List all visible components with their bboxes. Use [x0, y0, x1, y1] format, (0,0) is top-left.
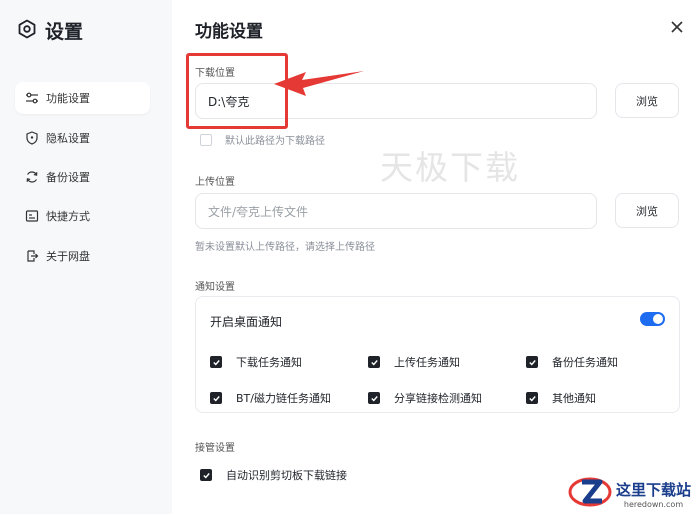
check-icon: [368, 356, 380, 368]
notify-share-link-checkbox[interactable]: 分享链接检测通知: [368, 390, 482, 406]
close-button[interactable]: [667, 17, 687, 37]
notify-bt-magnet-checkbox[interactable]: BT/磁力链任务通知: [210, 390, 331, 406]
page-title: 功能设置: [195, 22, 263, 42]
checkbox-label: 其他通知: [552, 392, 596, 405]
settings-hex-icon: [17, 19, 37, 43]
checkbox-label: 上传任务通知: [394, 356, 460, 369]
sidebar: 设置 功能设置 隐私设置 备份设置 快捷方式 关于网盘: [0, 0, 172, 514]
checkbox-label: 备份任务通知: [552, 356, 618, 369]
notification-settings-label: 通知设置: [195, 282, 235, 293]
check-icon: [526, 392, 538, 404]
notify-upload-checkbox[interactable]: 上传任务通知: [368, 354, 460, 370]
upload-path-placeholder: 文件/夸克上传文件: [208, 204, 309, 219]
download-browse-button[interactable]: 浏览: [615, 83, 679, 118]
shield-icon: [24, 130, 40, 146]
sidebar-item-function-settings[interactable]: 功能设置: [15, 82, 150, 114]
sidebar-item-backup-settings[interactable]: 备份设置: [15, 161, 150, 193]
logo-chinese-text: 这里下载站: [616, 481, 692, 499]
sync-icon: [24, 169, 40, 185]
checkbox-label: 自动识别剪切板下载链接: [226, 469, 347, 482]
toggle-knob: [653, 314, 663, 324]
close-icon: [671, 18, 683, 37]
takeover-settings-label: 接管设置: [195, 443, 235, 454]
clipboard-link-checkbox[interactable]: 自动识别剪切板下载链接: [200, 467, 347, 483]
shortcut-icon: [24, 208, 40, 224]
upload-location-label: 上传位置: [195, 177, 235, 188]
annotation-arrow-icon: [270, 66, 366, 108]
logo-z-icon: [568, 473, 614, 515]
sidebar-item-label: 备份设置: [46, 171, 90, 184]
check-icon: [200, 469, 212, 481]
checkbox-box: [200, 133, 212, 146]
logo-english-text: heredown.com: [623, 500, 684, 509]
sidebar-item-privacy-settings[interactable]: 隐私设置: [15, 122, 150, 154]
default-download-path-checkbox[interactable]: 默认此路径为下载路径: [200, 132, 325, 147]
app-title: 设置: [45, 21, 84, 43]
site-logo: 这里下载站 heredown.com: [568, 473, 691, 515]
checkbox-label: BT/磁力链任务通知: [236, 392, 331, 405]
checkbox-label: 分享链接检测通知: [394, 392, 482, 405]
upload-hint: 暂未设置默认上传路径，请选择上传路径: [195, 242, 375, 253]
notify-backup-checkbox[interactable]: 备份任务通知: [526, 354, 618, 370]
info-icon: [24, 248, 40, 264]
check-icon: [526, 356, 538, 368]
desktop-notification-toggle[interactable]: [640, 312, 665, 326]
app-brand: 设置: [17, 17, 83, 44]
sidebar-item-about[interactable]: 关于网盘: [15, 240, 150, 272]
sidebar-item-label: 关于网盘: [46, 250, 90, 263]
checkbox-label: 默认此路径为下载路径: [225, 136, 325, 147]
check-icon: [210, 356, 222, 368]
sidebar-item-label: 功能设置: [46, 92, 90, 105]
check-icon: [368, 392, 380, 404]
notify-other-checkbox[interactable]: 其他通知: [526, 390, 596, 406]
sidebar-item-shortcuts[interactable]: 快捷方式: [15, 200, 150, 232]
check-icon: [210, 392, 222, 404]
desktop-notification-label: 开启桌面通知: [210, 315, 283, 329]
upload-browse-button[interactable]: 浏览: [615, 193, 679, 228]
sliders-icon: [24, 90, 40, 106]
checkbox-label: 下载任务通知: [236, 356, 302, 369]
watermark: 天极下载: [380, 148, 520, 187]
sidebar-item-label: 隐私设置: [46, 132, 90, 145]
notify-download-checkbox[interactable]: 下载任务通知: [210, 354, 302, 370]
upload-path-input[interactable]: 文件/夸克上传文件: [195, 193, 597, 229]
sidebar-item-label: 快捷方式: [46, 210, 90, 223]
